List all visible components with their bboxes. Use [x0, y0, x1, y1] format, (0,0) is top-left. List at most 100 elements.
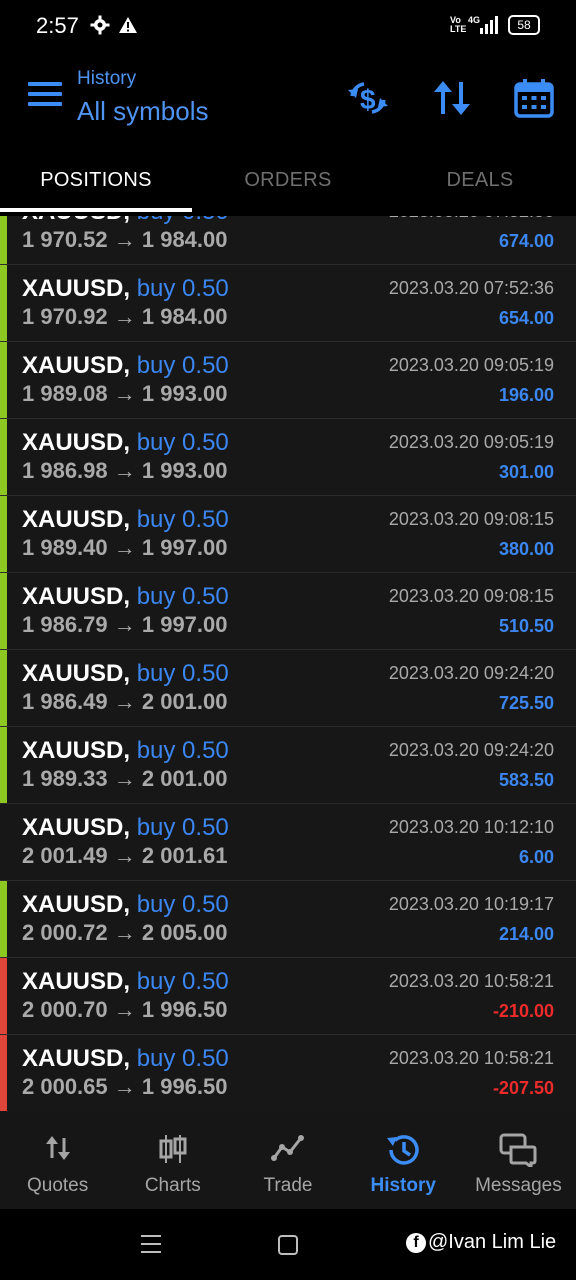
profit-value: -210.00 [492, 1001, 554, 1021]
position-side-volume: buy 0.50 [136, 814, 229, 841]
symbol-name: XAUUSD, [22, 216, 130, 225]
position-row[interactable]: XAUUSD, buy 0.501 970.52 → 1 984.002023.… [0, 216, 576, 265]
battery-indicator: 58 [508, 15, 540, 35]
close-time: 2023.03.20 07:52:36 [389, 216, 554, 222]
symbol-name: XAUUSD, [22, 968, 131, 995]
position-symbol: XAUUSD, buy 0.50 [22, 968, 229, 996]
position-symbol: XAUUSD, buy 0.50 [22, 352, 229, 380]
trade-line-icon [271, 1135, 304, 1161]
symbol-name: XAUUSD, [22, 891, 131, 918]
candlestick-icon [159, 1135, 187, 1163]
position-symbol: XAUUSD, buy 0.50 [22, 891, 229, 919]
close-time: 2023.03.20 10:58:21 [388, 971, 554, 991]
watermark: f @Ivan Lim Lie [406, 1231, 556, 1254]
profit-value: 654.00 [498, 308, 554, 328]
profit-value: 214.00 [498, 924, 554, 944]
result-indicator-bar [0, 958, 7, 1034]
close-time: 2023.03.20 10:58:21 [388, 1048, 554, 1068]
position-row[interactable]: XAUUSD, buy 0.50 1 989.08 → 1 993.00 2023.… [0, 342, 576, 419]
position-symbol: XAUUSD, buy 0.50 [22, 737, 229, 765]
result-indicator-bar [0, 1035, 7, 1111]
result-indicator-bar [0, 573, 7, 649]
profit-value: 510.50 [498, 616, 554, 636]
recent-apps-icon[interactable] [141, 1235, 161, 1259]
result-indicator-bar [0, 342, 7, 418]
close-time: 2023.03.20 10:19:17 [388, 894, 554, 914]
position-symbol: XAUUSD, buy 0.50 [22, 583, 229, 611]
symbol-name: XAUUSD, [22, 275, 131, 302]
close-time: 2023.03.20 09:08:15 [388, 509, 554, 529]
watermark-text: @Ivan Lim Lie [428, 1231, 557, 1253]
profit-value: 674.00 [498, 231, 554, 251]
tab-positions[interactable]: POSITIONS [0, 154, 192, 216]
position-row[interactable]: XAUUSD, buy 0.50 1 986.98 → 1 993.00 2023.… [0, 419, 576, 496]
hamburger-menu-icon[interactable] [28, 82, 62, 108]
close-time: 2023.03.20 10:12:10 [388, 817, 554, 837]
nav-quotes[interactable]: Quotes [0, 1111, 115, 1209]
tab-orders[interactable]: ORDERS [192, 154, 384, 216]
facebook-icon: f [406, 1232, 426, 1253]
position-row[interactable]: XAUUSD, buy 0.50 1 986.49 → 2 001.00 2023.… [0, 650, 576, 727]
history-clock-icon [387, 1135, 419, 1165]
tab-deals[interactable]: DEALS [384, 154, 576, 216]
position-row[interactable]: XAUUSD, buy 0.50 1 970.92 → 1 984.00 2023.… [0, 265, 576, 342]
nav-messages[interactable]: Messages [461, 1111, 576, 1209]
symbol-name: XAUUSD, [22, 583, 131, 610]
messages-icon [499, 1133, 537, 1167]
position-side-volume: buy 0.50 [136, 1045, 229, 1072]
close-time: 2023.03.20 09:24:20 [388, 663, 554, 683]
gear-icon [90, 15, 110, 35]
positions-list[interactable]: XAUUSD, buy 0.501 970.52 → 1 984.002023.… [0, 216, 576, 1111]
symbol-name: XAUUSD, [22, 506, 131, 533]
position-side-volume: buy 0.50 [137, 216, 229, 225]
open-close-prices: 1 970.52 → 1 984.00 [22, 227, 228, 252]
position-side-volume: buy 0.50 [136, 429, 229, 456]
sort-icon[interactable] [430, 76, 474, 120]
symbol-name: XAUUSD, [22, 737, 131, 764]
nav-trade[interactable]: Trade [230, 1111, 345, 1209]
position-side-volume: buy 0.50 [136, 968, 229, 995]
position-side-volume: buy 0.50 [136, 275, 229, 302]
close-time: 2023.03.20 09:05:19 [388, 432, 554, 452]
result-indicator-bar [0, 265, 7, 341]
close-time: 2023.03.20 09:24:20 [388, 740, 554, 760]
symbol-name: XAUUSD, [22, 352, 131, 379]
calendar-icon[interactable] [512, 76, 556, 120]
position-symbol: XAUUSD, buy 0.50 [22, 216, 229, 226]
position-row[interactable]: XAUUSD, buy 0.50 2 000.70 → 1 996.50 2023.… [0, 958, 576, 1035]
position-row[interactable]: XAUUSD, buy 0.50 2 000.72 → 2 005.00 2023.… [0, 881, 576, 958]
svg-text:4G: 4G [468, 15, 480, 25]
position-symbol: XAUUSD, buy 0.50 [22, 506, 229, 534]
position-symbol: XAUUSD, buy 0.50 [22, 429, 229, 457]
deposit-currency-icon[interactable]: $ [346, 76, 390, 120]
system-navigation-bar: f @Ivan Lim Lie [0, 1209, 576, 1280]
symbol-name: XAUUSD, [22, 1045, 131, 1072]
warning-icon [119, 17, 137, 33]
position-row[interactable]: XAUUSD, buy 0.50 2 000.65 → 1 996.50 2023.… [0, 1035, 576, 1111]
position-row[interactable]: XAUUSD, buy 0.50 2 001.49 → 2 001.61 2023.… [0, 804, 576, 881]
position-row[interactable]: XAUUSD, buy 0.50 1 989.33 → 2 001.00 2023.… [0, 727, 576, 804]
nav-history[interactable]: History [346, 1111, 461, 1209]
open-close-prices: 1 986.79 → 1 997.00 [22, 612, 228, 637]
quotes-arrows-icon [45, 1136, 70, 1160]
result-indicator-bar [0, 216, 7, 264]
profit-value: 301.00 [498, 462, 554, 482]
position-row[interactable]: XAUUSD, buy 0.50 1 989.40 → 1 997.00 2023.… [0, 496, 576, 573]
open-close-prices: 1 989.33 → 2 001.00 [22, 766, 228, 791]
home-button-icon[interactable] [278, 1235, 298, 1255]
position-row[interactable]: XAUUSD, buy 0.50 1 986.79 → 1 997.00 2023.… [0, 573, 576, 650]
position-symbol: XAUUSD, buy 0.50 [22, 814, 229, 842]
svg-text:$: $ [360, 84, 376, 115]
position-side-volume: buy 0.50 [136, 737, 229, 764]
profit-value: 583.50 [498, 770, 554, 790]
result-indicator-bar [0, 727, 7, 803]
status-time: 2:57 [36, 13, 79, 38]
symbol-filter-title[interactable]: All symbols [77, 96, 208, 127]
open-close-prices: 1 986.98 → 1 993.00 [22, 458, 228, 483]
nav-label-trade: Trade [263, 1175, 313, 1196]
symbol-name: XAUUSD, [22, 429, 131, 456]
open-close-prices: 2 000.70 → 1 996.50 [22, 997, 228, 1022]
open-close-prices: 1 989.40 → 1 997.00 [22, 535, 228, 560]
nav-charts[interactable]: Charts [115, 1111, 230, 1209]
profit-value: 6.00 [518, 847, 554, 867]
